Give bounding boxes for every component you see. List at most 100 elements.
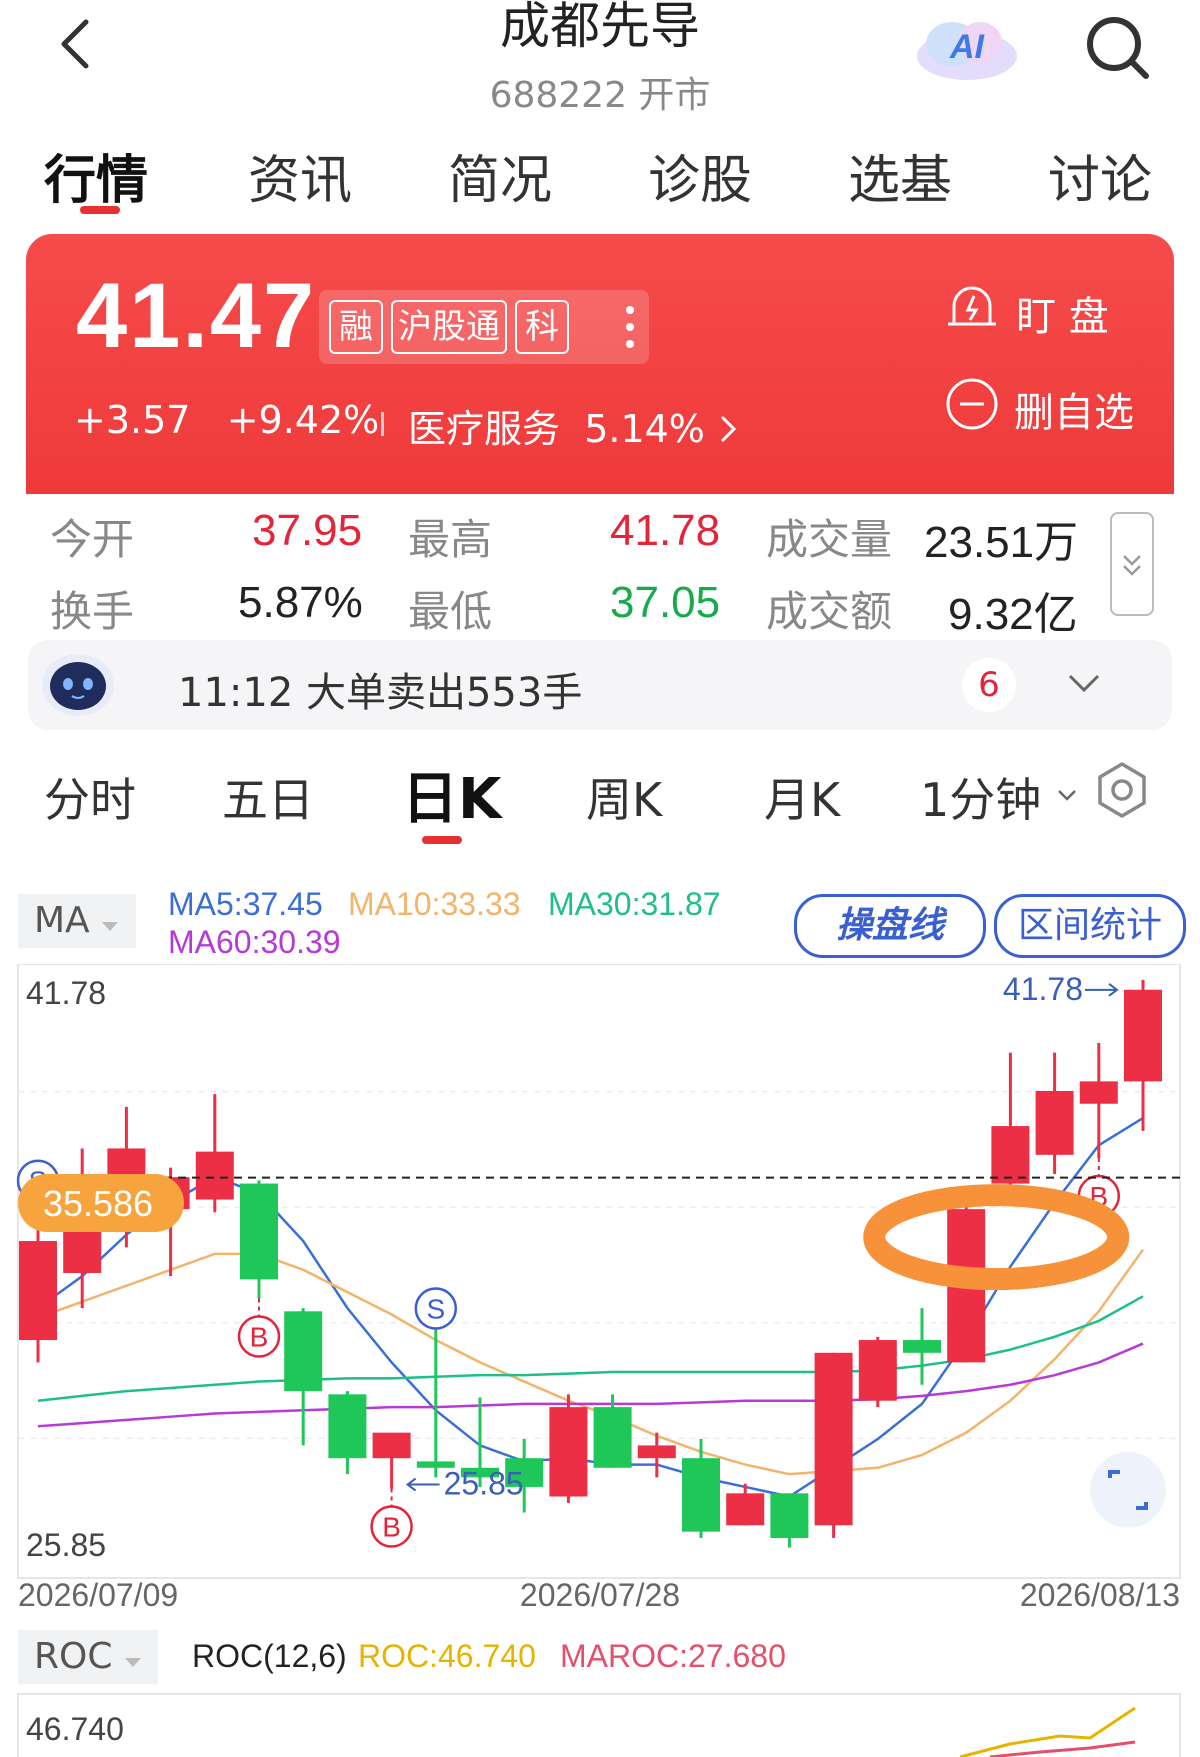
fullscreen-button[interactable]: [1090, 1452, 1166, 1528]
candle-body: [1124, 989, 1162, 1082]
stock-connect-badge: 沪股通: [391, 300, 507, 354]
price-change: +3.57 +9.42%: [74, 398, 379, 442]
ma5-value: MA5:37.45: [168, 886, 323, 922]
low-marker-label: 25.85: [444, 1466, 524, 1502]
candle-body: [240, 1183, 278, 1280]
roc-params: ROC(12,6): [192, 1638, 347, 1674]
volume-value: 23.51万: [924, 518, 1079, 567]
tab-discussion[interactable]: 讨论: [1048, 138, 1152, 213]
tab-news[interactable]: 资讯: [248, 138, 352, 213]
ma30-value: MA30:31.87: [548, 886, 721, 922]
roc-line: [959, 1706, 1136, 1757]
candle-body: [284, 1311, 323, 1392]
roc-value: ROC:46.740: [358, 1638, 536, 1674]
remove-watchlist-button[interactable]: 删自选: [944, 376, 1154, 436]
watch-label: 盯 盘: [1016, 294, 1109, 340]
ai-assistant-icon[interactable]: AI: [912, 12, 1022, 84]
candle: [770, 1493, 809, 1548]
sector-change: 5.14%: [584, 407, 705, 451]
news-ticker[interactable]: 11:12 大单卖出553手 6: [28, 640, 1172, 730]
sector-name: 医疗服务: [408, 407, 561, 451]
tab-profile[interactable]: 简况: [448, 138, 552, 213]
period-tab-daily[interactable]: 日K: [402, 754, 501, 835]
ai-label: AI: [949, 28, 986, 66]
badge-group[interactable]: 融 沪股通 科: [319, 290, 649, 364]
roc-frame: [17, 1693, 1181, 1757]
candle: [1079, 1043, 1118, 1159]
tab-market[interactable]: 行情: [44, 138, 148, 213]
period-tab-intraday[interactable]: 分时: [44, 764, 136, 830]
turnover-label: 换手: [50, 587, 135, 636]
amount-label: 成交额: [766, 587, 893, 636]
gear-icon[interactable]: [1092, 760, 1152, 820]
open-value: 37.95: [252, 506, 363, 555]
candle-body: [814, 1352, 853, 1526]
ma60-value: MA60:30.39: [168, 924, 341, 960]
y-max-label: 41.78: [26, 975, 106, 1011]
minus-circle-icon: [946, 378, 998, 430]
tab-diagnosis[interactable]: 诊股: [648, 138, 752, 213]
x-label-start: 2026/07/09: [18, 1577, 178, 1613]
roc-selector-label: ROC: [34, 1636, 113, 1677]
period-tab-5day[interactable]: 五日: [222, 764, 314, 830]
search-icon[interactable]: [1082, 12, 1154, 84]
candle: [1035, 1052, 1074, 1174]
highlight-ellipse: [863, 1184, 1130, 1291]
trading-line-button[interactable]: 操盘线: [794, 894, 986, 958]
quote-card: 41.47 融 沪股通 科 +3.57 +9.42% 医疗服务 5.14% 盯 …: [26, 234, 1174, 494]
candle-body: [549, 1407, 588, 1497]
period-1min-label: 1分钟: [920, 773, 1042, 827]
sector-link[interactable]: 医疗服务 5.14%: [408, 398, 739, 453]
divider: [381, 412, 384, 436]
period-tab-1min[interactable]: 1分钟: [920, 764, 1078, 830]
y-min-label: 25.85: [26, 1527, 106, 1563]
tab-funds[interactable]: 选基: [848, 138, 952, 213]
high-value: 41.78: [610, 506, 721, 555]
candle-body: [903, 1340, 941, 1353]
candle: [1124, 979, 1162, 1131]
change-percent: +9.42%: [226, 398, 380, 442]
indicator-selector-roc[interactable]: ROC: [18, 1630, 158, 1684]
indicator-selector-ma[interactable]: MA: [18, 894, 136, 948]
dropdown-caret-icon: [1058, 790, 1076, 801]
volume-label: 成交量: [766, 515, 893, 564]
candle-body: [195, 1151, 234, 1200]
x-label-mid: 2026/07/28: [520, 1577, 680, 1613]
remove-label: 删自选: [1014, 390, 1134, 436]
expand-stats-icon[interactable]: [1110, 512, 1154, 616]
ma10-value: MA10:33.33: [348, 886, 521, 922]
period-tab-weekly[interactable]: 周K: [586, 764, 662, 830]
candlestick-chart[interactable]: SBBSB 35.586 41.78 25.85 41.78 25.85 202…: [0, 964, 1200, 1614]
candle: [903, 1308, 941, 1385]
candle-body: [328, 1394, 367, 1459]
dropdown-triangle-icon: [102, 922, 119, 931]
candle: [328, 1391, 367, 1475]
watch-button[interactable]: 盯 盘: [944, 280, 1144, 340]
maroc-value: MAROC:27.680: [560, 1638, 786, 1674]
high-marker: 41.78: [1003, 971, 1119, 1007]
chevron-down-icon[interactable]: [1064, 662, 1104, 702]
star-market-badge: 科: [515, 300, 569, 354]
candle: [195, 1094, 234, 1213]
low-marker: 25.85: [405, 1466, 524, 1502]
buy-signal: B: [370, 1488, 413, 1548]
news-count-badge: 6: [962, 658, 1016, 712]
candle: [682, 1439, 720, 1539]
robot-assistant-icon: [42, 654, 114, 716]
current-price-label: 35.586: [43, 1183, 153, 1224]
change-amount: +3.57: [74, 398, 191, 442]
more-dots-icon[interactable]: [625, 298, 635, 356]
candle-body: [1035, 1090, 1074, 1155]
active-period-indicator: [422, 836, 462, 844]
period-tab-monthly[interactable]: 月K: [764, 764, 840, 830]
candle-body: [593, 1407, 632, 1468]
candle-body: [372, 1432, 411, 1459]
roc-top-label: 46.740: [26, 1711, 124, 1747]
margin-badge: 融: [329, 300, 383, 354]
signal-label: B: [250, 1322, 269, 1353]
candle-body: [770, 1493, 809, 1539]
dropdown-triangle-icon: [124, 1658, 141, 1667]
current-price: 41.47: [76, 265, 317, 367]
candle-body: [637, 1445, 676, 1459]
range-stats-button[interactable]: 区间统计: [994, 894, 1186, 958]
